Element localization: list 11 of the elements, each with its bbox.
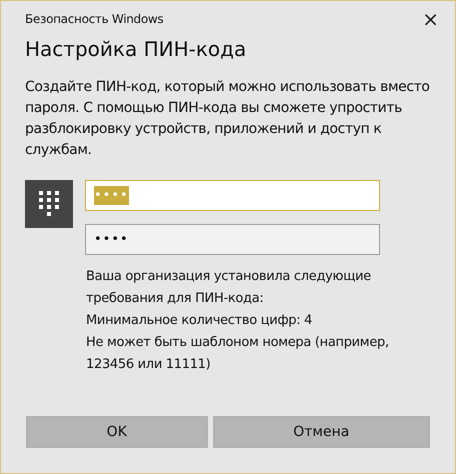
requirement-text: Ваша организация установила следующие требования для ПИН-кода:	[86, 268, 372, 308]
close-button[interactable]: ×	[418, 9, 443, 29]
keypad-icon	[25, 180, 73, 228]
description-text: Создайте ПИН-код, который можно использовать вместо пароля. С помощью ПИН-кода вы сможете упростить разблокировку устройств, приложений и доступ к службам.	[25, 78, 431, 160]
requirement-text: Не может быть шаблоном номера (например, 123456 или 11111)	[86, 334, 390, 374]
dialog-button[interactable]: Отмена	[212, 416, 430, 448]
dialog-button[interactable]: OK	[26, 416, 208, 448]
window-title: Безопасность Windows	[25, 11, 164, 28]
pin-field[interactable]: ••••	[85, 224, 380, 255]
dialog-heading: Настройка ПИН-кода	[25, 37, 248, 61]
requirement-text: Минимальное количество цифр: 4	[86, 312, 314, 330]
